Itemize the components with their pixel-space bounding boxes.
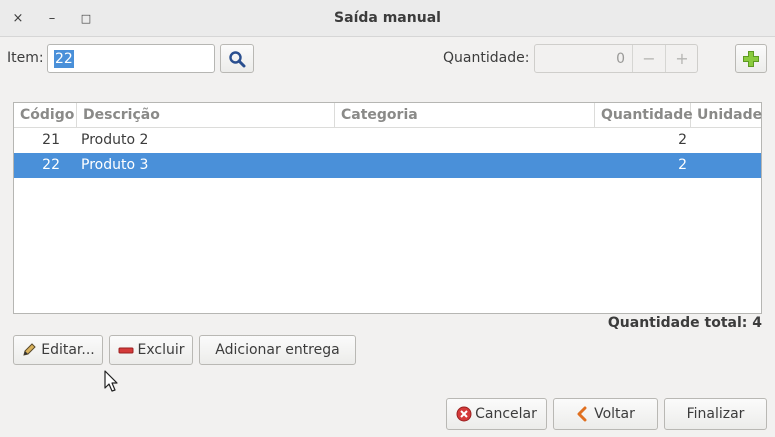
- add-item-button[interactable]: [735, 44, 767, 73]
- cell-descricao: Produto 3: [81, 157, 149, 173]
- quantity-label: Quantidade:: [443, 50, 530, 66]
- cancel-icon: [456, 406, 472, 422]
- edit-button[interactable]: Editar...: [13, 335, 103, 365]
- window-title: Saída manual: [334, 10, 441, 26]
- add-delivery-button-label: Adicionar entrega: [215, 342, 340, 358]
- column-header-quantidade[interactable]: Quantidade: [595, 103, 693, 127]
- quantity-value: 0: [616, 51, 625, 67]
- column-header-categoria[interactable]: Categoria: [335, 103, 595, 127]
- back-button[interactable]: Voltar: [553, 398, 658, 430]
- chevron-left-icon: [577, 406, 587, 422]
- column-header-unidade[interactable]: Unidade: [691, 103, 762, 127]
- table-row-selected[interactable]: 22 Produto 3 2: [14, 153, 761, 178]
- minus-icon: [118, 347, 133, 354]
- items-table[interactable]: Código Descrição Categoria Quantidade Un…: [13, 102, 762, 314]
- cell-quantidade: 2: [678, 157, 687, 173]
- item-input[interactable]: 22: [47, 44, 215, 73]
- cell-codigo: 22: [42, 157, 60, 173]
- cell-codigo: 21: [42, 132, 60, 148]
- plus-icon: [743, 50, 759, 67]
- mouse-cursor-icon: [104, 370, 118, 392]
- edit-button-label: Editar...: [41, 342, 95, 358]
- add-delivery-button[interactable]: Adicionar entrega: [199, 335, 356, 365]
- finish-button-label: Finalizar: [686, 406, 745, 422]
- total-quantity: Quantidade total: 4: [607, 315, 762, 331]
- column-header-descricao[interactable]: Descrição: [77, 103, 335, 127]
- cancel-button[interactable]: Cancelar: [446, 398, 547, 430]
- quantity-decrement-button[interactable]: −: [633, 49, 665, 68]
- cancel-button-label: Cancelar: [475, 406, 537, 422]
- delete-button-label: Excluir: [137, 342, 185, 358]
- table-header: Código Descrição Categoria Quantidade Un…: [14, 103, 762, 128]
- search-button[interactable]: [220, 44, 254, 73]
- search-icon: [229, 50, 246, 67]
- cell-quantidade: 2: [678, 132, 687, 148]
- table-row[interactable]: 21 Produto 2 2: [14, 128, 761, 153]
- title-bar: × – □ Saída manual: [0, 0, 775, 37]
- item-label: Item:: [7, 50, 44, 66]
- quantity-increment-button[interactable]: +: [666, 49, 698, 68]
- back-button-label: Voltar: [594, 406, 635, 422]
- finish-button[interactable]: Finalizar: [664, 398, 767, 430]
- delete-button[interactable]: Excluir: [109, 335, 193, 365]
- pencil-icon: [23, 343, 36, 356]
- cell-descricao: Produto 2: [81, 132, 149, 148]
- item-input-value: 22: [54, 50, 74, 68]
- column-header-codigo[interactable]: Código: [14, 103, 77, 127]
- quantity-stepper[interactable]: 0 − +: [534, 44, 698, 73]
